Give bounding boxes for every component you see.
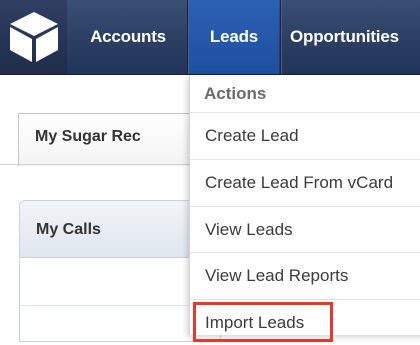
nav-tab-leads[interactable]: Leads bbox=[189, 0, 279, 74]
menu-item-view-leads[interactable]: View Leads bbox=[190, 206, 420, 252]
menu-item-view-lead-reports[interactable]: View Lead Reports bbox=[190, 252, 420, 298]
nav-tab-accounts[interactable]: Accounts bbox=[70, 0, 186, 74]
menu-section-header: Actions bbox=[204, 84, 267, 103]
menu-item-create-lead-vcard[interactable]: Create Lead From vCard bbox=[190, 159, 420, 205]
menu-item-import-leads[interactable]: Import Leads bbox=[190, 299, 420, 345]
menu-item-create-lead[interactable]: Create Lead bbox=[190, 112, 420, 158]
dashboard-tab-label: My Sugar Rec bbox=[35, 128, 141, 145]
my-calls-title: My Calls bbox=[36, 221, 101, 238]
home-logo[interactable] bbox=[0, 0, 67, 74]
nav-tab-opportunities[interactable]: Opportunities bbox=[282, 0, 420, 74]
cube-logo-icon bbox=[10, 12, 58, 62]
